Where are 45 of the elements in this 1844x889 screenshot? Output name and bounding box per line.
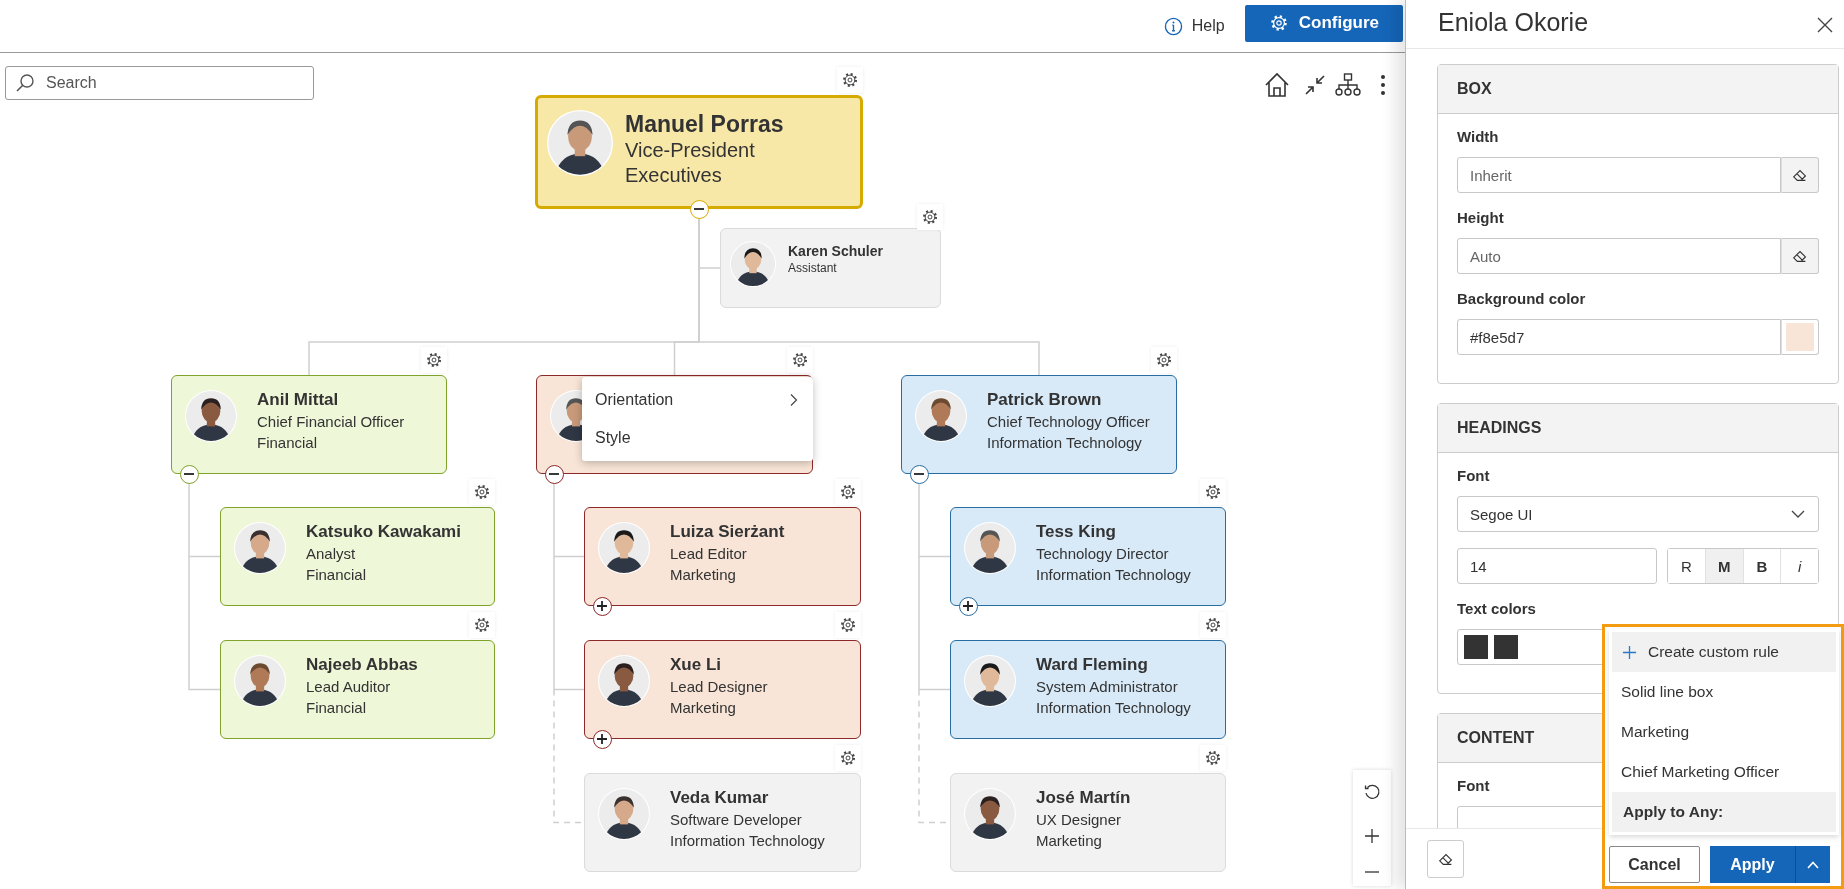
job-title: System Administrator: [1036, 678, 1179, 696]
field-label: Height: [1457, 209, 1504, 226]
person-name: Veda Kumar: [670, 788, 770, 808]
section-heading: HEADINGS: [1438, 404, 1838, 453]
department-name: Marketing: [670, 699, 737, 717]
field-label: Background color: [1457, 290, 1586, 307]
person-name: Tess King: [1036, 522, 1117, 542]
menu-heading: Apply to Any:: [1612, 792, 1836, 832]
job-title: Assistant: [788, 261, 838, 276]
department-name: Financial: [257, 434, 319, 452]
person-name: Karen Schuler: [788, 243, 883, 260]
field-label: Text colors: [1457, 600, 1536, 617]
department-name: Financial: [306, 566, 368, 584]
job-title: Technology Director: [1036, 545, 1170, 563]
job-title: Lead Editor: [670, 545, 748, 563]
person-name: Najeeb Abbas: [306, 655, 418, 675]
job-title: Vice-President: [625, 138, 756, 163]
department-name: Information Technology: [1036, 699, 1191, 717]
department-name: Information Technology: [987, 434, 1143, 452]
job-title: Lead Designer: [670, 678, 768, 696]
department-name: Information Technology: [1036, 566, 1191, 584]
person-name: Manuel Porras: [625, 110, 784, 138]
department-name: Marketing: [1036, 832, 1103, 850]
department-name: Information Technology: [670, 832, 825, 850]
field-label: Width: [1457, 128, 1499, 145]
person-name: José Martín: [1036, 788, 1131, 808]
person-name: Katsuko Kawakami: [306, 522, 461, 542]
field-label: Font: [1457, 467, 1490, 484]
person-name: Luiza Sierżant: [670, 522, 785, 542]
department-name: Financial: [306, 699, 368, 717]
job-title: Lead Auditor: [306, 678, 392, 696]
panel-title: Eniola Okorie: [1438, 8, 1589, 37]
job-title: Chief Financial Officer: [257, 413, 405, 431]
field-label: Font: [1457, 777, 1490, 794]
section-heading: BOX: [1438, 65, 1838, 114]
job-title: Analyst: [306, 545, 357, 563]
job-title: Chief Technology Officer: [987, 413, 1150, 431]
job-title: Software Developer: [670, 811, 803, 829]
person-name: Patrick Brown: [987, 390, 1103, 410]
person-name: Xue Li: [670, 655, 722, 675]
department-name: Marketing: [670, 566, 737, 584]
job-title: UX Designer: [1036, 811, 1123, 829]
person-name: Ward Fleming: [1036, 655, 1149, 675]
department-name: Executives: [625, 163, 723, 188]
person-name: Anil Mittal: [257, 390, 340, 410]
